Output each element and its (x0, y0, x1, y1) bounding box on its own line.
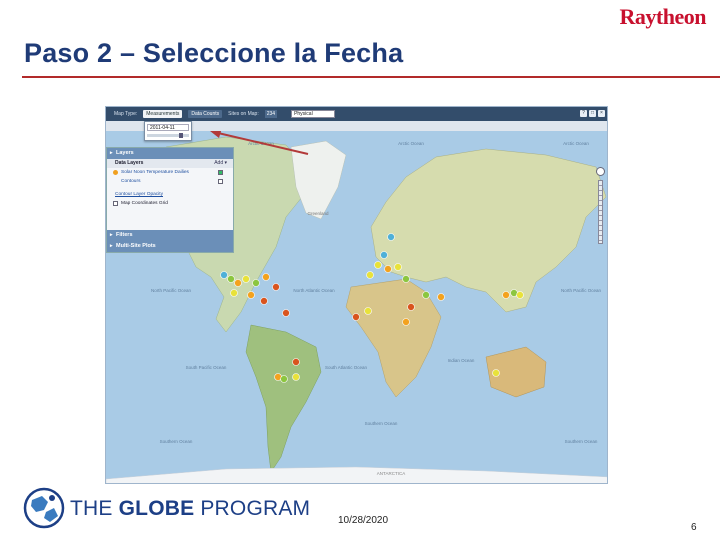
site-marker[interactable] (230, 289, 238, 297)
label-south-atlantic: South Atlantic Ocean (325, 365, 368, 370)
label-south-pacific: South Pacific Ocean (186, 365, 227, 370)
contour-opacity-link[interactable]: Contour Layer Opacity (107, 191, 233, 199)
map-coordinates-grid-option[interactable]: Map Coordinates Grid (107, 199, 233, 208)
site-marker[interactable] (502, 291, 510, 299)
label-north-pacific-east: North Pacific Ocean (561, 288, 602, 293)
layer-solar-noon-temperature[interactable]: Solar Noon Temperature Dailies (107, 168, 233, 177)
layer-contours-checkbox[interactable] (218, 179, 223, 184)
site-marker[interactable] (280, 375, 288, 383)
layers-header[interactable]: Layers (107, 148, 233, 159)
title-divider (22, 76, 720, 78)
date-picker-popup[interactable]: 2011-04-11 (144, 121, 192, 141)
globe-program-name: THE GLOBE PROGRAM (70, 497, 310, 521)
label-greenland: Greenland (307, 211, 329, 216)
label-north-pacific-west: North Pacific Ocean (151, 288, 192, 293)
globe-program-name-bold: GLOBE (118, 497, 195, 520)
site-marker[interactable] (422, 291, 430, 299)
site-marker[interactable] (366, 271, 374, 279)
layers-panel: Layers Data Layers Add ▾ Solar Noon Temp… (106, 147, 234, 253)
raytheon-logo: Raytheon (619, 4, 707, 29)
zoom-slider[interactable] (598, 180, 603, 244)
site-marker[interactable] (384, 265, 392, 273)
site-marker[interactable] (387, 233, 395, 241)
date-slider[interactable] (147, 133, 189, 138)
label-arctic-ocean-1: Arctic Ocean (248, 141, 274, 146)
map-grid-label: Map Coordinates Grid (121, 201, 168, 206)
filters-header[interactable]: Filters (107, 230, 233, 241)
add-layer-button[interactable]: Add ▾ (214, 159, 227, 168)
site-marker[interactable] (394, 263, 402, 271)
site-marker[interactable] (262, 273, 270, 281)
site-marker[interactable] (402, 275, 410, 283)
globe-program-logo-icon (23, 487, 65, 529)
globe-program-name-light: THE (70, 497, 119, 520)
label-indian-ocean: Indian Ocean (448, 358, 475, 363)
layer-solar-label: Solar Noon Temperature Dailies (121, 170, 189, 175)
site-marker[interactable] (352, 313, 360, 321)
sites-on-map-label: Sites on Map: (228, 111, 259, 117)
layer-info-icon (113, 170, 118, 175)
date-slider-handle[interactable] (179, 133, 183, 138)
site-marker[interactable] (407, 303, 415, 311)
site-marker[interactable] (364, 307, 372, 315)
site-marker[interactable] (242, 275, 250, 283)
site-marker[interactable] (260, 297, 268, 305)
map-grid-checkbox[interactable] (113, 201, 118, 206)
label-southern-ocean-1: Southern Ocean (160, 439, 193, 444)
slide-title: Paso 2 – Seleccione la Fecha (24, 38, 404, 68)
site-marker[interactable] (247, 291, 255, 299)
window-icon[interactable]: □ (589, 110, 596, 117)
sites-count: 234 (264, 110, 278, 118)
map-type-label: Map Type: (114, 111, 138, 117)
site-marker[interactable] (492, 369, 500, 377)
globe-visualization-screenshot: Arctic Ocean Arctic Ocean Arctic Ocean G… (105, 106, 608, 484)
site-marker[interactable] (516, 291, 524, 299)
layer-solar-checkbox[interactable] (218, 170, 223, 175)
toolbar-window-controls: ? □ × (580, 110, 605, 117)
globe-program-name-end: PROGRAM (194, 497, 311, 520)
site-marker[interactable] (272, 283, 280, 291)
map-zoom-control[interactable] (596, 167, 605, 244)
label-southern-ocean-3: Southern Ocean (565, 439, 598, 444)
multi-site-plots-header[interactable]: Multi-Site Plots (107, 241, 233, 252)
page-number: 6 (691, 522, 697, 533)
label-arctic-ocean-2: Arctic Ocean (398, 141, 424, 146)
site-marker[interactable] (252, 279, 260, 287)
layer-contours[interactable]: Contours (107, 177, 233, 186)
site-marker[interactable] (380, 251, 388, 259)
label-southern-ocean-2: Southern Ocean (365, 421, 398, 426)
tab-data-counts[interactable]: Data Counts (188, 110, 223, 118)
site-marker[interactable] (402, 318, 410, 326)
site-marker[interactable] (374, 261, 382, 269)
map-style-select[interactable]: Physical (291, 110, 336, 118)
site-marker[interactable] (292, 373, 300, 381)
site-marker[interactable] (437, 293, 445, 301)
site-marker[interactable] (292, 358, 300, 366)
layer-contours-label: Contours (121, 179, 141, 184)
label-north-atlantic: North Atlantic Ocean (293, 288, 335, 293)
site-marker[interactable] (282, 309, 290, 317)
data-layers-label: Data Layers (115, 160, 144, 166)
footer-date: 10/28/2020 (338, 515, 389, 526)
data-layers-header[interactable]: Data Layers Add ▾ (107, 159, 233, 168)
help-icon[interactable]: ? (580, 110, 587, 117)
tab-measurements[interactable]: Measurements (143, 110, 183, 118)
close-icon[interactable]: × (598, 110, 605, 117)
date-input[interactable]: 2011-04-11 (147, 124, 189, 131)
pan-control-icon[interactable] (596, 167, 605, 176)
site-marker[interactable] (227, 275, 235, 283)
app-toolbar: Map Type: Measurements Data Counts Sites… (106, 107, 607, 121)
site-marker[interactable] (234, 279, 242, 287)
label-antarctica: ANTARCTICA (377, 471, 405, 476)
label-arctic-ocean-3: Arctic Ocean (563, 141, 589, 146)
site-marker[interactable] (220, 271, 228, 279)
